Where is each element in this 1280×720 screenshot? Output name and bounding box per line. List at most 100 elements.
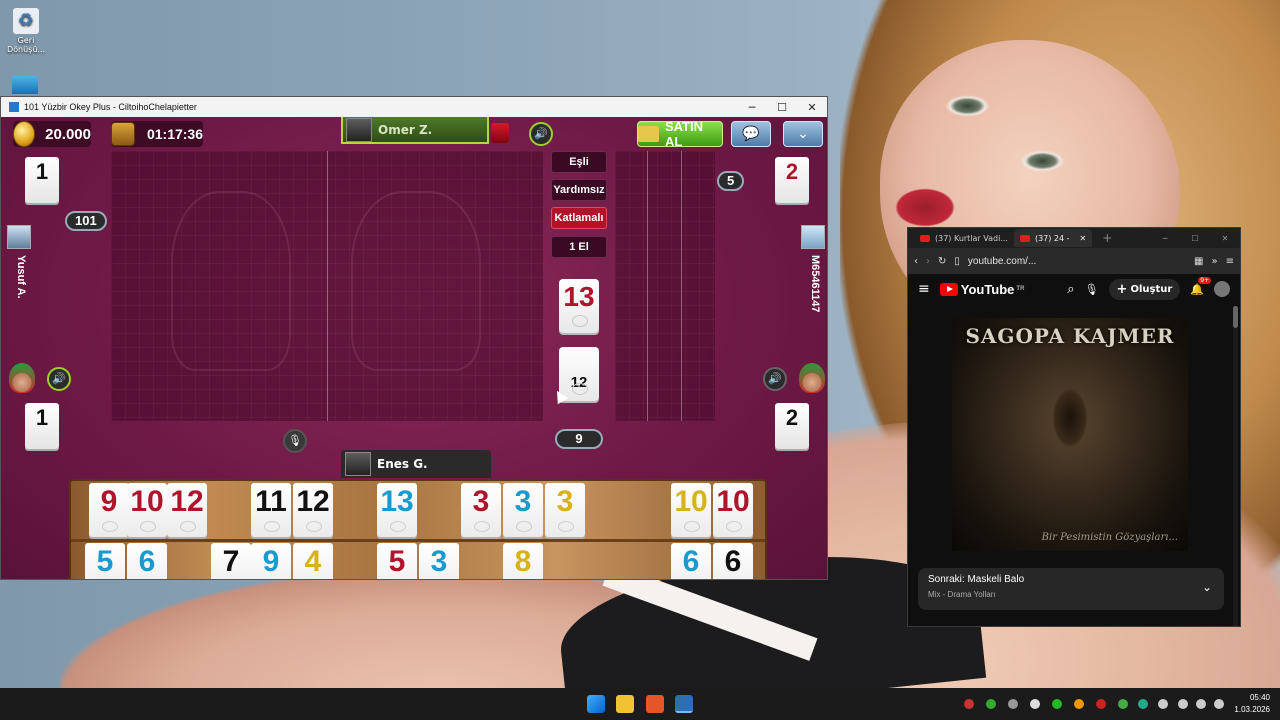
- money-icon: [638, 126, 659, 142]
- rack-tile[interactable]: 5: [377, 543, 417, 579]
- tab-close-icon[interactable]: ✕: [1080, 234, 1087, 243]
- mute-mic-icon[interactable]: 🎙: [283, 429, 307, 453]
- rack-tile[interactable]: 10: [713, 483, 753, 537]
- rack-tile[interactable]: 9: [251, 543, 291, 579]
- browser-tab-1[interactable]: (37) Kurtlar Vadi...: [914, 229, 1014, 247]
- rack-tile[interactable]: 6: [671, 543, 711, 579]
- left-speaker-icon[interactable]: 🔊: [47, 367, 71, 391]
- up-next-card[interactable]: Sonraki: Maskeli Balo Mix - Drama Yollar…: [918, 568, 1224, 610]
- rack-tile[interactable]: 13: [377, 483, 417, 537]
- chat-button[interactable]: 💬: [731, 121, 771, 147]
- brave-browser-icon[interactable]: [646, 695, 664, 713]
- network-icon[interactable]: [1178, 699, 1188, 709]
- tray-app-icon[interactable]: [964, 699, 974, 709]
- hamburger-menu-icon[interactable]: ≡: [918, 281, 930, 297]
- minimize-button[interactable]: ─: [737, 101, 767, 114]
- close-button[interactable]: ✕: [797, 101, 827, 114]
- rack-tile[interactable]: 12: [293, 483, 333, 537]
- tray-app-icon[interactable]: [1096, 699, 1106, 709]
- browser-menu-icon[interactable]: ≡: [1226, 256, 1234, 267]
- search-icon[interactable]: ⌕: [1067, 282, 1074, 297]
- rack-tile[interactable]: 12: [167, 483, 207, 537]
- rack-tile[interactable]: 9: [89, 483, 129, 537]
- rack-tile[interactable]: 3: [545, 483, 585, 537]
- browser-close-button[interactable]: ✕: [1210, 234, 1240, 243]
- tray-app-icon[interactable]: [1030, 699, 1040, 709]
- browser-minimize-button[interactable]: ─: [1150, 234, 1180, 243]
- rack-tile[interactable]: 6: [127, 543, 167, 579]
- speaker-icon[interactable]: 🔊: [529, 122, 553, 146]
- microphone-icon[interactable]: 🎙: [1085, 283, 1099, 296]
- start-windows-icon[interactable]: [587, 695, 605, 713]
- system-clock[interactable]: 05:40 1.03.2026: [1234, 692, 1270, 716]
- tray-app-icon[interactable]: [1118, 699, 1128, 709]
- extensions-icon[interactable]: ▦: [1194, 256, 1203, 267]
- rack-tile[interactable]: 7: [211, 543, 251, 579]
- corner-tile-bottom-left[interactable]: 1: [25, 403, 59, 449]
- tray-app-icon[interactable]: [1138, 699, 1148, 709]
- forward-icon[interactable]: ›: [926, 256, 930, 267]
- red-gift-icon[interactable]: [491, 123, 509, 143]
- buy-button[interactable]: SATIN AL: [637, 119, 723, 149]
- game-window: 101 Yüzbir Okey Plus - CiltoihoChelapiet…: [0, 96, 828, 580]
- tray-app-icon[interactable]: [1052, 699, 1062, 709]
- score-101-badge: 101: [65, 211, 107, 231]
- video-cover-subtitle: Bir Pesimistin Gözyaşları...: [1041, 532, 1178, 543]
- rack-tile[interactable]: 10: [671, 483, 711, 537]
- account-avatar[interactable]: [1214, 281, 1230, 297]
- app-shortcut-icon[interactable]: [12, 76, 38, 94]
- browser-maximize-button[interactable]: ☐: [1180, 234, 1210, 243]
- tray-app-icon[interactable]: [1008, 699, 1018, 709]
- file-explorer-icon[interactable]: [616, 695, 634, 713]
- video-figure: [1052, 388, 1088, 448]
- reload-icon[interactable]: ↻: [938, 256, 946, 267]
- overflow-icon[interactable]: »: [1211, 256, 1217, 267]
- recycle-bin-icon: ♻: [13, 8, 39, 34]
- menu-dropdown-button[interactable]: ⌄: [783, 121, 823, 147]
- rack-tile[interactable]: 11: [251, 483, 291, 537]
- rack-tile[interactable]: 4: [293, 543, 333, 579]
- scrollbar-thumb[interactable]: [1233, 306, 1238, 328]
- desktop-icon-recycle-bin[interactable]: ♻ Geri Dönüşü...: [2, 8, 50, 54]
- left-player-avatar[interactable]: [7, 225, 31, 249]
- tray-app-icon[interactable]: [986, 699, 996, 709]
- youtube-logo[interactable]: YouTube TR: [939, 281, 1024, 297]
- back-icon[interactable]: ‹: [914, 256, 918, 267]
- okey-game-taskbar-icon[interactable]: [675, 695, 693, 713]
- microphone-tray-icon[interactable]: [1158, 699, 1168, 709]
- chevron-down-icon[interactable]: ⌄: [1202, 580, 1212, 594]
- right-speaker-icon[interactable]: 🔊: [763, 367, 787, 391]
- plus-icon: +: [1116, 281, 1128, 297]
- rack-tile[interactable]: 10: [127, 483, 167, 537]
- bottom-player-plate[interactable]: Enes G.: [341, 450, 491, 478]
- right-player-avatar[interactable]: [801, 225, 825, 249]
- rack-tile[interactable]: 5: [85, 543, 125, 579]
- tray-app-icon[interactable]: [1074, 699, 1084, 709]
- video-player[interactable]: SAGOPA KAJMER Bir Pesimistin Gözyaşları.…: [952, 318, 1188, 551]
- rack-tile[interactable]: 3: [419, 543, 459, 579]
- rack-tile[interactable]: 6: [713, 543, 753, 579]
- bookmark-icon[interactable]: ▯: [954, 256, 960, 267]
- volume-icon[interactable]: [1196, 699, 1206, 709]
- corner-tile-top-left[interactable]: 1: [25, 157, 59, 203]
- notification-badge: 9+: [1198, 276, 1212, 284]
- timer-value: 01:17:36: [146, 126, 203, 142]
- rack-tile[interactable]: 3: [461, 483, 501, 537]
- create-button[interactable]: + Oluştur: [1108, 278, 1181, 300]
- watermark-figure: [171, 191, 291, 371]
- browser-tab-2[interactable]: (37) 24 - ✕: [1013, 229, 1093, 247]
- app-icon: [9, 102, 19, 112]
- battery-icon[interactable]: [1214, 699, 1224, 709]
- top-player-plate[interactable]: Omer Z.: [341, 117, 489, 144]
- youtube-header: ≡ YouTube TR ⌕ 🎙 + Oluştur 🔔 9+: [908, 274, 1240, 304]
- new-tab-icon[interactable]: +: [1102, 231, 1112, 245]
- maximize-button[interactable]: ☐: [767, 101, 797, 114]
- notifications-icon[interactable]: 🔔 9+: [1190, 276, 1212, 296]
- corner-tile-top-right[interactable]: 2: [775, 157, 809, 203]
- address-bar[interactable]: youtube.com/...: [968, 256, 1186, 267]
- youtube-logo-text: YouTube: [960, 281, 1015, 297]
- page-scrollbar[interactable]: [1233, 306, 1238, 626]
- rack-tile[interactable]: 8: [503, 543, 543, 579]
- rack-tile[interactable]: 3: [503, 483, 543, 537]
- corner-tile-bottom-right[interactable]: 2: [775, 403, 809, 449]
